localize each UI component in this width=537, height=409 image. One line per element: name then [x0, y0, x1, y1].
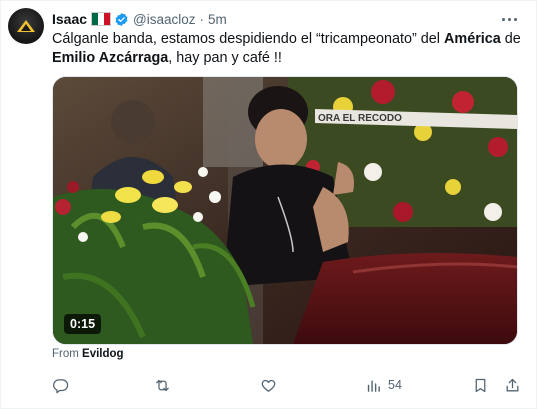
tweet-card[interactable]: Isaac @isaacloz · 5m Cálganle banda, est… [0, 0, 537, 409]
reply-icon [53, 378, 69, 393]
video-duration: 0:15 [64, 314, 102, 334]
wreath-banner-text: ORA EL RECODO [318, 113, 402, 124]
like-button[interactable] [260, 373, 277, 397]
action-bar: 54 [46, 373, 528, 397]
separator-dot: · [199, 11, 205, 27]
more-icon[interactable] [500, 11, 518, 27]
avatar-logo-icon [17, 20, 35, 32]
repost-button[interactable] [154, 373, 171, 397]
avatar[interactable] [8, 8, 44, 44]
bookmark-button[interactable] [472, 373, 489, 397]
share-button[interactable] [504, 373, 521, 397]
tweet-text-part2: de [500, 31, 521, 47]
share-icon [506, 378, 519, 391]
views-button[interactable]: 54 [365, 373, 402, 397]
like-icon [261, 379, 276, 392]
verified-badge-icon[interactable] [114, 12, 129, 27]
reply-button[interactable] [52, 373, 69, 397]
source-prefix: From [52, 348, 83, 360]
video-player[interactable]: ORA EL RECODO 0:15 [52, 76, 518, 345]
tweet-header: Isaac @isaacloz · 5m [52, 10, 227, 28]
tweet-text-bold1: América [444, 31, 501, 47]
source-name[interactable]: Evildog [82, 348, 124, 360]
views-icon [367, 380, 380, 392]
tweet-text-part3: , hay pan y café !! [168, 50, 282, 66]
bookmark-icon [475, 378, 486, 392]
mexico-flag-icon [91, 12, 112, 26]
author-handle[interactable]: @isaacloz [133, 12, 195, 27]
post-time[interactable]: 5m [208, 12, 227, 27]
views-count: 54 [388, 378, 402, 392]
media-source: From Evildog [52, 348, 124, 360]
tweet-text-bold2: Emilio Azcárraga [52, 50, 169, 66]
author-name[interactable]: Isaac [52, 11, 87, 27]
tweet-text: Cálganle banda, estamos despidiendo el “… [52, 30, 522, 68]
video-frame: ORA EL RECODO [53, 77, 517, 344]
repost-icon [156, 379, 169, 391]
tweet-text-part1: Cálganle banda, estamos despidiendo el “… [52, 31, 444, 47]
